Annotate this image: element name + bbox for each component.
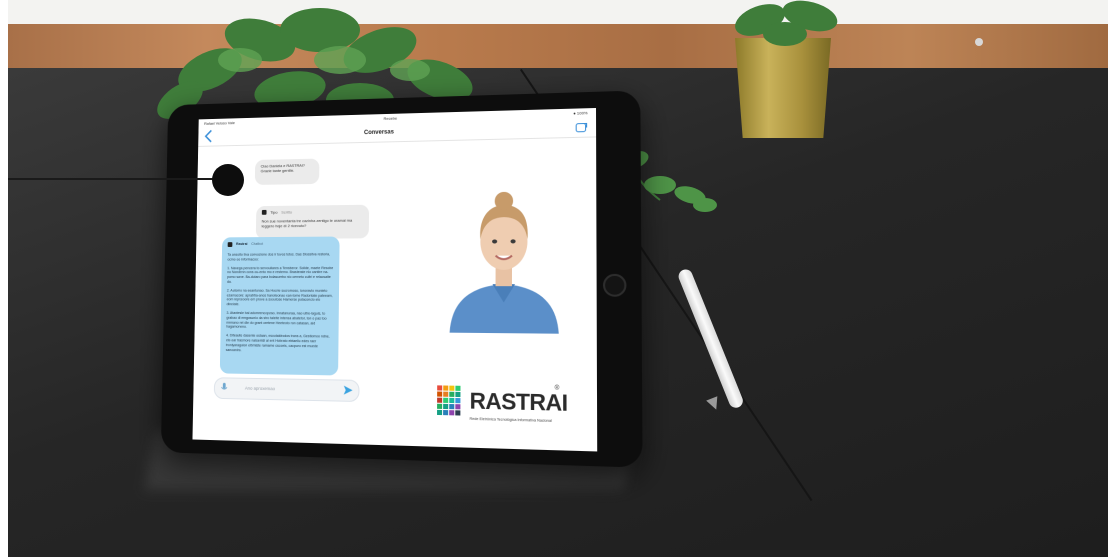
logo-wordmark: RASTRAI (469, 388, 568, 417)
annotation-pointer-line (0, 178, 214, 180)
status-battery: ● 100% (573, 110, 588, 116)
photo-border-right (1108, 0, 1115, 557)
message-input[interactable]: Ano aproxemao (213, 377, 360, 403)
home-button[interactable] (602, 273, 627, 297)
bot-avatar-icon (227, 242, 233, 247)
tablet-device: Rafael Veloso Vale Recebe ● 100% Convers… (160, 90, 643, 468)
user-message-2: Tipo Scritto Non sue noventanta tre cazi… (255, 204, 370, 240)
status-time: Recebe (383, 115, 398, 121)
tablet-screen: Rafael Veloso Vale Recebe ● 100% Convers… (192, 107, 598, 452)
rastrai-logo: RASTRAI ® Rede Eletrônica Tecnológica In… (437, 383, 568, 427)
status-carrier: Rafael Veloso Vale (204, 120, 235, 126)
message-time: Chatbot (251, 242, 264, 246)
logo-tagline: Rede Eletrônica Tecnológica Informativa … (469, 416, 552, 423)
compose-icon[interactable] (575, 122, 588, 132)
message-text: Ciao Daniela e RASTRAI? Grazie tante gen… (260, 162, 306, 174)
page-title: Conversas (363, 129, 394, 137)
logo-registered-mark: ® (554, 385, 560, 392)
message-paragraph: 3. Ataxtesle bal adomrencopzao, Innatanu… (226, 310, 327, 330)
message-sender: Rastrai (236, 242, 248, 247)
annotation-pointer-dot (212, 164, 244, 196)
assistant-message: Rastrai Chatbot Ta ansolto tiva convozio… (219, 236, 340, 376)
plant-right (735, 0, 838, 46)
message-header: Rastrai Chatbot (227, 241, 334, 247)
wall-screw (975, 38, 983, 46)
logo-mark-icon (437, 385, 461, 416)
chevron-left-icon[interactable] (204, 129, 213, 143)
virtual-assistant-avatar (441, 183, 568, 334)
user-avatar-icon (261, 209, 267, 215)
user-message-1: Ciao Daniela e RASTRAI? Grazie tante gen… (254, 158, 320, 185)
input-placeholder: Ano aproxemao (244, 385, 276, 392)
message-time: Scritto (281, 209, 293, 215)
message-header: Tipo Scritto (261, 209, 363, 215)
message-paragraph: Ta ansolto tiva convozione dos ir tovos … (227, 252, 331, 262)
send-icon[interactable] (343, 385, 354, 396)
message-paragraph: 2. Automo na eeantunao. Sa Hocrie sucrom… (226, 288, 333, 307)
message-sender: Tipo (270, 209, 278, 215)
message-text: Non sue noventanta tre cazinha zentigo l… (261, 217, 353, 229)
microphone-icon[interactable] (220, 382, 228, 392)
message-paragraph: 1. Navega pencera to servouliares a Tens… (226, 265, 334, 284)
photo-scene: Rafael Veloso Vale Recebe ● 100% Convers… (0, 0, 1115, 557)
message-paragraph: 4. Diteaute dasente ostaan, esoutaldrodo… (225, 333, 330, 352)
photo-border-left (0, 0, 8, 557)
